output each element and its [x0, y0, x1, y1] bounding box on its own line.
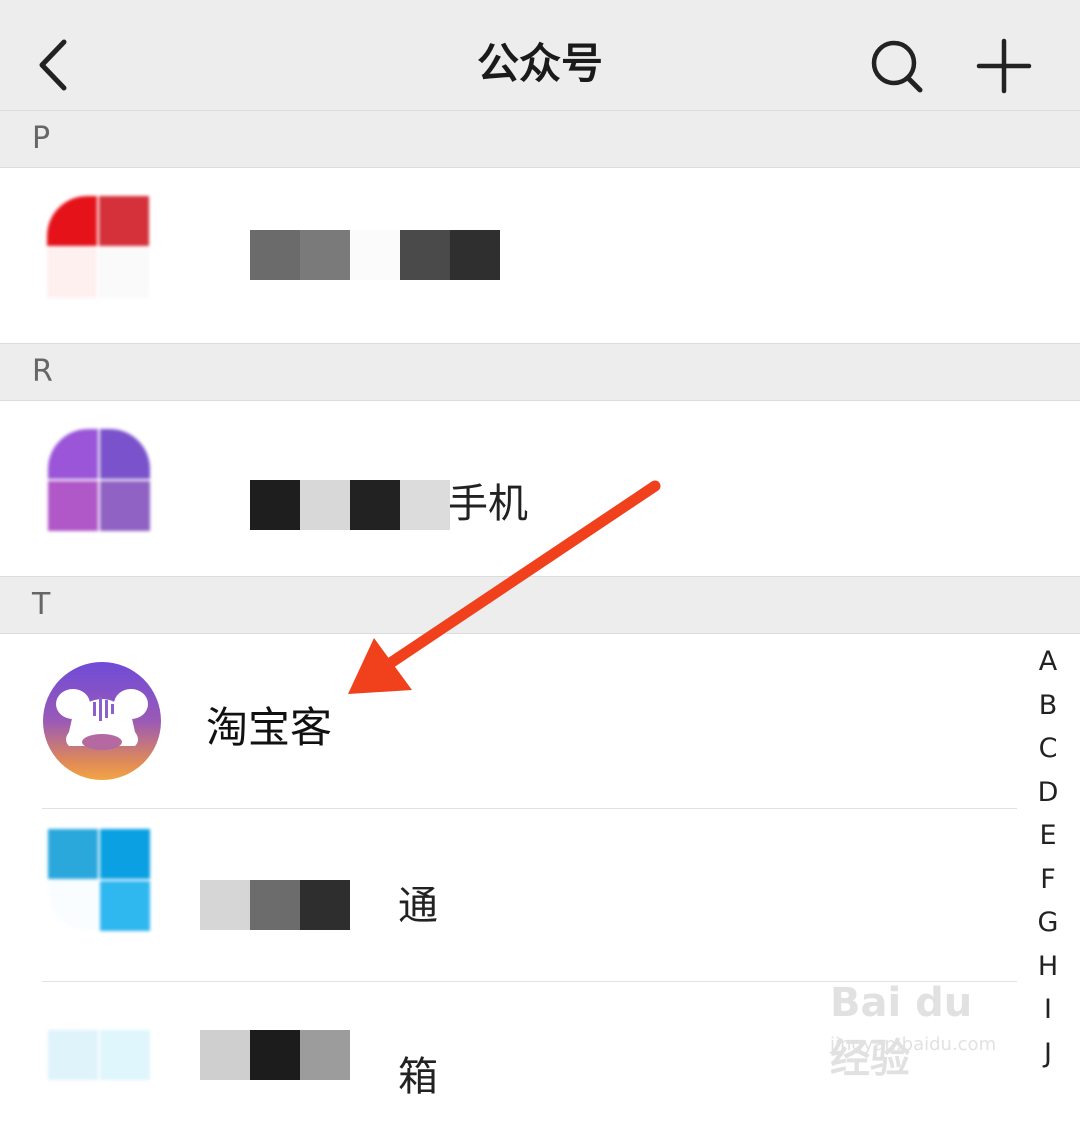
mosaic-name [200, 880, 350, 930]
list-item-p-account[interactable] [0, 168, 1080, 342]
index-letter-d[interactable]: D [1026, 771, 1070, 815]
index-letter-j[interactable]: J [1026, 1032, 1070, 1076]
index-letter-i[interactable]: I [1026, 988, 1070, 1032]
add-icon[interactable] [974, 36, 1034, 96]
account-name-suffix: 手机 [448, 481, 528, 527]
list-item-r-account[interactable]: 手机 [0, 401, 1080, 575]
search-icon[interactable] [866, 36, 926, 94]
blurred-avatar [48, 829, 152, 933]
alphabet-index[interactable]: A B C D E F G H I J [1026, 640, 1070, 1075]
section-letter: P [32, 121, 51, 156]
mosaic-name [250, 230, 500, 280]
section-header-t: T [0, 576, 1080, 634]
mosaic-name [200, 1030, 350, 1080]
list-item-taobaoke[interactable] [0, 634, 1080, 808]
index-letter-a[interactable]: A [1026, 640, 1070, 684]
blurred-avatar [48, 429, 152, 533]
section-header-p: P [0, 110, 1080, 168]
blurred-avatar [48, 1030, 152, 1134]
account-name-suffix: 通 [398, 883, 438, 929]
section-letter: R [32, 354, 53, 389]
mascot-icon [56, 689, 148, 750]
back-arrow-icon[interactable] [30, 36, 80, 94]
index-letter-h[interactable]: H [1026, 945, 1070, 989]
navigation-bar: 公众号 [0, 0, 1080, 128]
mosaic-name [250, 480, 450, 530]
watermark-url: jingyan.baidu.com [830, 1034, 997, 1055]
section-letter: T [32, 587, 51, 622]
index-letter-b[interactable]: B [1026, 684, 1070, 728]
account-name-suffix: 箱 [398, 1054, 438, 1100]
section-header-r: R [0, 343, 1080, 401]
watermark-brand: Bai du 经验 [830, 980, 973, 1082]
list-item-t-account-2[interactable]: 通 [0, 809, 1080, 981]
index-letter-e[interactable]: E [1026, 814, 1070, 858]
taobaoke-avatar [43, 662, 161, 780]
index-letter-g[interactable]: G [1026, 901, 1070, 945]
index-letter-c[interactable]: C [1026, 727, 1070, 771]
index-letter-f[interactable]: F [1026, 858, 1070, 902]
account-name: 淘宝客 [206, 703, 333, 752]
baidu-watermark: Bai du 经验 jingyan.baidu.com [826, 960, 1026, 1082]
blurred-avatar [47, 196, 151, 300]
